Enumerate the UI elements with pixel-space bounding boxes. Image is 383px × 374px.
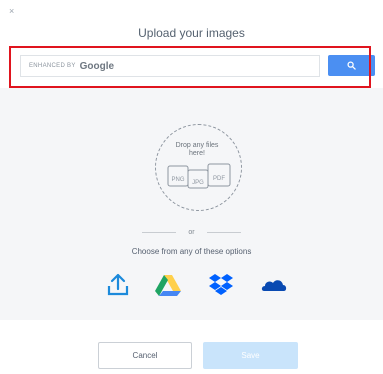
- dialog-title: Upload your images: [138, 26, 245, 40]
- jpg-file-label: JPG: [192, 180, 204, 186]
- or-divider-line-left: [142, 231, 177, 233]
- file-types-icon: PNG JPG PDF: [167, 163, 231, 189]
- options-heading: Choose from any of these options: [131, 247, 252, 256]
- onedrive-icon[interactable]: [260, 272, 288, 298]
- google-drive-icon[interactable]: [154, 272, 182, 298]
- png-file-label: PNG: [171, 177, 184, 183]
- close-icon[interactable]: ×: [9, 7, 15, 16]
- dropbox-icon[interactable]: [207, 272, 235, 298]
- save-button[interactable]: Save: [203, 342, 298, 369]
- drop-text-line1: Drop any files: [175, 142, 219, 149]
- footer: [0, 320, 383, 340]
- drop-text-line2: here!: [189, 150, 205, 157]
- upload-dialog: × Upload your images ENHANCED BY Google …: [0, 0, 383, 374]
- or-divider: or: [0, 229, 383, 236]
- or-label: or: [188, 229, 195, 236]
- upload-icon[interactable]: [104, 272, 132, 298]
- pdf-file-icon: PDF: [207, 163, 231, 187]
- source-options: [100, 272, 295, 298]
- or-divider-line-right: [206, 231, 241, 233]
- pdf-file-label: PDF: [213, 176, 225, 182]
- drop-text: Drop any files here!: [157, 142, 237, 158]
- cancel-button[interactable]: Cancel: [98, 342, 192, 369]
- png-file-icon: PNG: [167, 165, 189, 187]
- search-highlight-box: [9, 46, 371, 88]
- jpg-file-icon: JPG: [187, 169, 209, 189]
